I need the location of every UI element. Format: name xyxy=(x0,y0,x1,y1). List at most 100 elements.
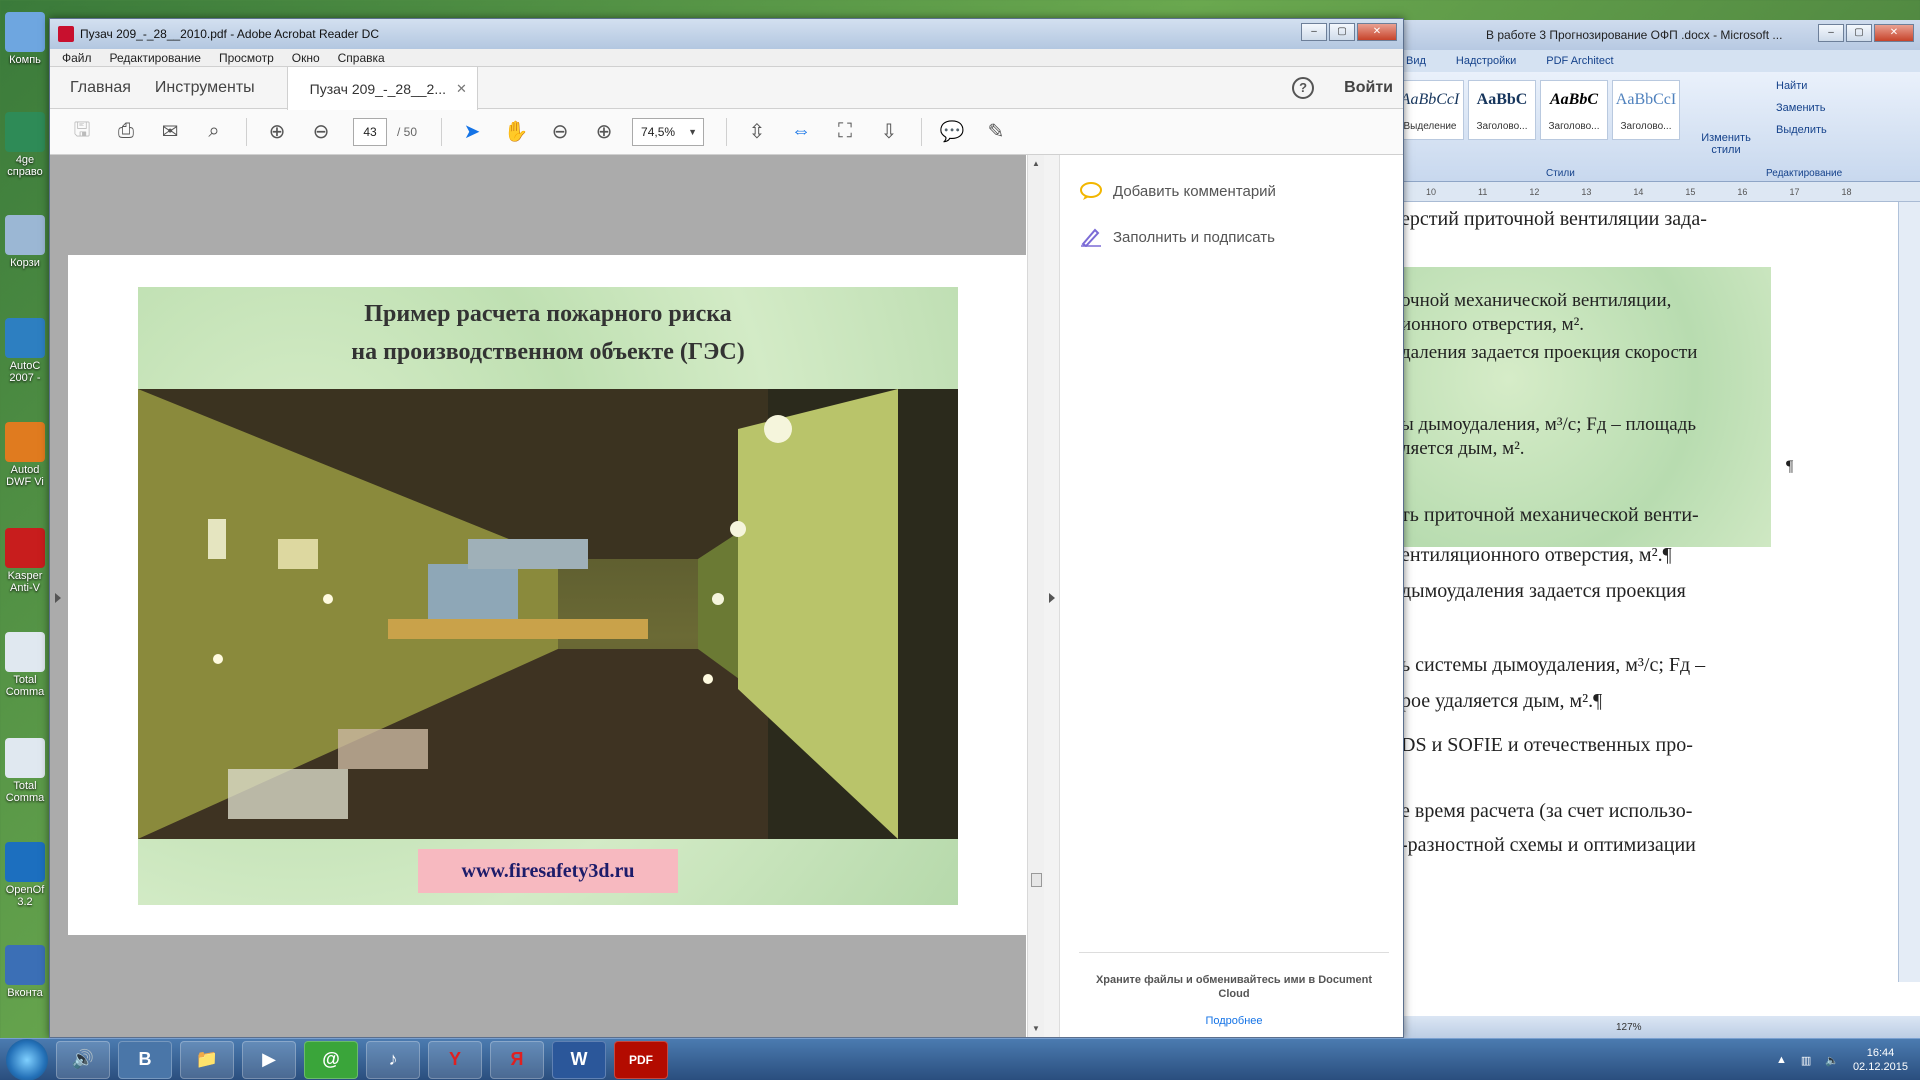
desktop-icon[interactable]: Total Comma xyxy=(0,632,50,698)
toolbar-separator xyxy=(726,117,728,146)
hand-tool-icon[interactable]: ✋ xyxy=(500,116,532,148)
taskbar-word-app[interactable]: W xyxy=(552,1040,606,1079)
word-tab-view[interactable]: Вид xyxy=(1406,55,1426,67)
print-icon[interactable]: ⎙ xyxy=(110,116,142,148)
word-tab-addins[interactable]: Надстройки xyxy=(1456,55,1516,67)
sign-in-button[interactable]: Войти xyxy=(1344,79,1393,97)
ruler-tick-label: 18 xyxy=(1841,186,1852,197)
acrobat-window[interactable]: Пузач 209_-_28__2010.pdf - Adobe Acrobat… xyxy=(49,18,1404,1038)
add-comment-button[interactable]: Добавить комментарий xyxy=(1079,181,1276,201)
desktop-icon[interactable]: OpenOf 3.2 xyxy=(0,842,50,908)
tab-document[interactable]: Пузач 209_-_28__2... ✕ xyxy=(286,67,478,110)
comment-icon[interactable]: 💬 xyxy=(936,116,968,148)
word-document[interactable]: ерстий приточной вентиляции зада- очной … xyxy=(1396,202,1896,1002)
style-heading3[interactable]: AaBbCcI Заголово... xyxy=(1612,80,1680,140)
clock[interactable]: 16:44 02.12.2015 xyxy=(1853,1046,1908,1074)
taskbar-explorer-app[interactable]: 📁 xyxy=(180,1040,234,1079)
desktop-app-icon xyxy=(5,632,45,672)
next-page-icon[interactable]: ⊖ xyxy=(305,116,337,148)
desktop-icon[interactable]: Компь xyxy=(0,12,50,66)
replace-button[interactable]: Заменить xyxy=(1776,102,1825,114)
chevron-right-icon xyxy=(55,593,61,603)
doc-line: ть приточной механической венти- xyxy=(1401,504,1699,526)
volume-icon[interactable]: 🔈 xyxy=(1825,1054,1839,1067)
right-pane-toggle[interactable] xyxy=(1044,155,1060,1037)
taskbar-media-app[interactable]: ▶ xyxy=(242,1040,296,1079)
network-icon[interactable]: ▥ xyxy=(1801,1054,1811,1067)
zoom-level-select[interactable]: 74,5% ▼ xyxy=(632,117,705,146)
word-maximize-button[interactable]: ▢ xyxy=(1846,24,1872,42)
previous-page-icon[interactable]: ⊕ xyxy=(261,116,293,148)
select-cursor-icon[interactable]: ➤ xyxy=(456,116,488,148)
word-minimize-button[interactable]: ‒ xyxy=(1818,24,1844,42)
select-button[interactable]: Выделить xyxy=(1776,124,1827,136)
menu-edit[interactable]: Редактирование xyxy=(110,51,201,65)
ruler-tick-label: 13 xyxy=(1581,186,1592,197)
menu-help[interactable]: Справка xyxy=(338,51,385,65)
scroll-mode-icon[interactable]: ⇩ xyxy=(873,116,905,148)
zoom-in-icon[interactable]: ⊕ xyxy=(588,116,620,148)
taskbar-music-app[interactable]: ♪ xyxy=(366,1040,420,1079)
help-icon[interactable]: ? xyxy=(1292,77,1315,99)
style-heading1[interactable]: AaBbC Заголово... xyxy=(1468,80,1536,140)
document-scrollbar[interactable]: ▲ ▼ xyxy=(1027,155,1044,1037)
word-window[interactable]: В работе 3 Прогнозирование ОФП .docx - M… xyxy=(1395,20,1920,1038)
word-ribbon-tabs: Вид Надстройки PDF Architect xyxy=(1396,50,1920,72)
highlight-pen-icon[interactable]: ✎ xyxy=(980,116,1012,148)
style-heading2[interactable]: AaBbC Заголово... xyxy=(1540,80,1608,140)
change-styles-button[interactable]: Изменить стили xyxy=(1696,132,1756,156)
full-screen-icon[interactable]: ⛶ xyxy=(829,116,861,148)
menu-window[interactable]: Окно xyxy=(292,51,320,65)
search-icon[interactable]: ⌕ xyxy=(198,116,230,148)
desktop-icon[interactable]: 4ge справо xyxy=(0,112,50,178)
close-tab-icon[interactable]: ✕ xyxy=(456,81,467,97)
desktop-icon[interactable]: Total Comma xyxy=(0,738,50,804)
acrobat-title-bar[interactable]: Пузач 209_-_28__2010.pdf - Adobe Acrobat… xyxy=(50,19,1403,49)
word-ruler[interactable]: 10 11 12 13 14 15 16 17 18 xyxy=(1396,182,1920,202)
desktop-icon[interactable]: Корзи xyxy=(0,215,50,269)
taskbar-yandex-app[interactable]: Я xyxy=(490,1040,544,1079)
save-icon[interactable]: 🖫 xyxy=(66,116,98,148)
scroll-down-icon[interactable]: ▼ xyxy=(1032,1024,1040,1033)
acrobat-minimize-button[interactable]: ‒ xyxy=(1301,23,1327,41)
word-scrollbar[interactable] xyxy=(1898,202,1920,982)
acrobat-close-button[interactable]: ✕ xyxy=(1357,23,1397,41)
zoom-out-icon[interactable]: ⊖ xyxy=(544,116,576,148)
document-view[interactable]: Пример расчета пожарного риска на произв… xyxy=(50,155,1026,1037)
find-button[interactable]: Найти xyxy=(1776,80,1807,92)
menu-view[interactable]: Просмотр xyxy=(219,51,274,65)
desktop-icon[interactable]: Kasper Anti-V xyxy=(0,528,50,594)
website-url[interactable]: www.firesafety3d.ru xyxy=(418,849,678,893)
tray-arrow-icon[interactable]: ▲ xyxy=(1776,1054,1787,1066)
desktop-icon-label: Total Comma xyxy=(5,674,45,698)
tab-tools[interactable]: Инструменты xyxy=(143,67,267,108)
style-emphasis[interactable]: AaBbCcI Выделение xyxy=(1396,80,1464,140)
fill-sign-button[interactable]: Заполнить и подписать xyxy=(1079,227,1275,247)
scroll-up-icon[interactable]: ▲ xyxy=(1032,159,1040,168)
email-icon[interactable]: ✉ xyxy=(154,116,186,148)
menu-file[interactable]: Файл xyxy=(62,51,92,65)
fit-page-icon[interactable]: ⇳ xyxy=(741,116,773,148)
taskbar-acrobat-app[interactable]: PDF xyxy=(614,1040,668,1079)
word-close-button[interactable]: ✕ xyxy=(1874,24,1914,42)
word-title-bar[interactable]: В работе 3 Прогнозирование ОФП .docx - M… xyxy=(1396,20,1920,50)
desktop-icon[interactable]: Autod DWF Vi xyxy=(0,422,50,488)
page-number-input[interactable]: 43 xyxy=(353,117,387,146)
learn-more-link[interactable]: Подробнее xyxy=(1079,1015,1389,1027)
taskbar-browser-app[interactable]: Y xyxy=(428,1040,482,1079)
desktop-icon[interactable]: Вконта xyxy=(0,945,50,999)
word-zoom-level[interactable]: 127% xyxy=(1616,1022,1642,1033)
acrobat-maximize-button[interactable]: ▢ xyxy=(1329,23,1355,41)
taskbar-volume-app[interactable]: 🔊 xyxy=(56,1040,110,1079)
fit-width-icon[interactable]: ⇔ xyxy=(785,116,817,148)
word-tab-pdf-architect[interactable]: PDF Architect xyxy=(1546,55,1613,67)
desktop-icon[interactable]: AutoC 2007 - xyxy=(0,318,50,384)
left-pane-toggle[interactable] xyxy=(50,155,66,1037)
pdf-page[interactable]: Пример расчета пожарного риска на произв… xyxy=(68,255,1026,935)
scroll-thumb[interactable] xyxy=(1031,873,1042,887)
taskbar-vk-app[interactable]: В xyxy=(118,1040,172,1079)
tab-home[interactable]: Главная xyxy=(58,67,143,108)
edit-group-label: Редактирование xyxy=(1766,168,1843,179)
start-button[interactable] xyxy=(6,1038,48,1080)
taskbar-mail-app[interactable]: @ xyxy=(304,1040,358,1079)
